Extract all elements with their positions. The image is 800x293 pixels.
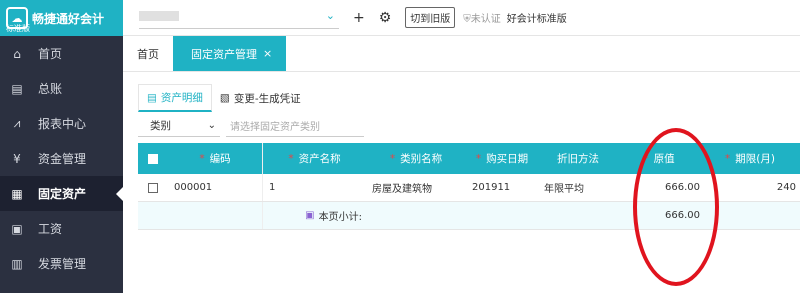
category-dropdown[interactable]: 类别 ⌄	[138, 115, 220, 137]
asset-table: * 编码 * 资产名称 * 类别名称 * 购买日期 折旧方法 * 原值 * 期限(月) 00…	[138, 143, 800, 230]
chevron-down-icon[interactable]: ⌄	[326, 9, 335, 22]
tab-label: 首页	[137, 47, 159, 61]
chart-icon: ⩘	[13, 116, 21, 130]
subtab-asset-details[interactable]: ▤ 资产明细	[138, 84, 212, 112]
sidebar-item-home[interactable]: ⌂ 首页	[0, 36, 123, 71]
close-icon[interactable]: ×	[263, 47, 272, 60]
col-depreciation-method[interactable]: 折旧方法	[538, 143, 618, 174]
col-term[interactable]: * 期限(月)	[704, 143, 800, 174]
calculator-icon: ▣	[305, 210, 315, 221]
col-category[interactable]: * 类别名称	[366, 143, 466, 174]
sidebar: ☁ 畅捷通好会计 标准版 ⌂ 首页 ▤ 总账 ⩘ 报表中心 ¥ 资金管理 ▦ 固…	[0, 0, 123, 293]
subtab-label: 变更-生成凭证	[233, 92, 301, 105]
sidebar-item-ledger[interactable]: ▤ 总账	[0, 71, 123, 106]
tab-fixed-asset-management[interactable]: 固定资产管理 ×	[173, 36, 287, 71]
top-bar: ⌄ + ⚙ 切到旧版 ⛨未认证 好会计标准版	[123, 0, 800, 36]
invoice-icon: ▥	[11, 256, 23, 271]
money-icon: ¥	[13, 151, 21, 166]
unverified-label: 未认证	[470, 14, 501, 25]
col-original-value[interactable]: * 原值	[618, 143, 704, 174]
subtotal-value: 666.00	[665, 210, 700, 221]
category-select-input[interactable]: 请选择固定资产类别	[226, 115, 364, 137]
table-header: * 编码 * 资产名称 * 类别名称 * 购买日期 折旧方法 * 原值 * 期限(月)	[138, 143, 800, 174]
select-all-checkbox[interactable]	[138, 143, 168, 174]
row-checkbox[interactable]	[138, 174, 168, 201]
sidebar-item-reports[interactable]: ⩘ 报表中心	[0, 106, 123, 141]
sidebar-item-label: 报表中心	[38, 117, 87, 131]
switch-old-version-button[interactable]: 切到旧版	[405, 7, 456, 28]
cell-term: 240	[776, 182, 796, 193]
cell-depreciation-method: 年限平均	[544, 184, 584, 195]
edition-label: 好会计标准版	[506, 14, 567, 25]
tab-home[interactable]: 首页	[123, 36, 173, 71]
subtab-label: 资产明细	[160, 92, 203, 104]
subtotal-row: ▣ 本页小计: 666.00	[138, 202, 800, 230]
list-icon: ▤	[147, 91, 157, 104]
salary-icon: ▣	[11, 221, 23, 236]
subtotal-label: 本页小计:	[318, 212, 362, 223]
cell-code: 000001	[174, 182, 213, 193]
sidebar-item-label: 发票管理	[38, 257, 87, 271]
shield-icon: ⛨	[463, 14, 471, 25]
brand[interactable]: ☁ 畅捷通好会计 标准版	[0, 0, 123, 36]
cell-original-value: 666.00	[665, 182, 700, 193]
category-label: 类别	[150, 120, 171, 132]
sidebar-item-label: 工资	[38, 222, 63, 236]
app-name: 畅捷通好会计	[32, 11, 105, 26]
sidebar-item-label: 首页	[38, 47, 63, 61]
company-selector[interactable]: ⌄	[139, 7, 339, 29]
voucher-icon: ▧	[219, 92, 230, 104]
col-name[interactable]: * 资产名称	[262, 143, 366, 174]
filter-bar: 类别 ⌄ 请选择固定资产类别	[138, 114, 364, 138]
add-icon[interactable]: +	[353, 10, 365, 26]
sub-tabs: ▤ 资产明细 ▧ 变更-生成凭证	[138, 84, 800, 112]
home-icon: ⌂	[13, 46, 21, 61]
cell-purchase-date: 201911	[472, 182, 511, 193]
sidebar-item-invoice[interactable]: ▥ 发票管理	[0, 246, 123, 281]
sidebar-item-label: 资金管理	[38, 152, 87, 166]
sidebar-item-label: 总账	[38, 82, 63, 96]
cell-category: 房屋及建筑物	[372, 184, 432, 195]
sidebar-item-label: 固定资产	[38, 187, 87, 201]
page-tabs: 首页 固定资产管理 ×	[123, 36, 800, 72]
company-name-redacted	[139, 10, 179, 21]
table-row[interactable]: 000001 1 房屋及建筑物 201911 年限平均 666.00 240	[138, 174, 800, 202]
cell-name: 1	[262, 174, 366, 201]
tab-label: 固定资产管理	[191, 47, 257, 61]
col-purchase-date[interactable]: * 购买日期	[466, 143, 538, 174]
col-code[interactable]: * 编码	[168, 143, 262, 174]
chevron-down-icon: ⌄	[207, 120, 216, 131]
subtab-change-voucher[interactable]: ▧ 变更-生成凭证	[212, 84, 309, 112]
gear-icon[interactable]: ⚙	[379, 10, 392, 26]
ledger-icon: ▤	[11, 81, 23, 96]
unverified-status[interactable]: ⛨未认证	[463, 10, 501, 25]
sidebar-item-funds[interactable]: ¥ 资金管理	[0, 141, 123, 176]
sidebar-item-salary[interactable]: ▣ 工资	[0, 211, 123, 246]
sidebar-item-fixed-assets[interactable]: ▦ 固定资产	[0, 176, 123, 211]
app-edition: 标准版	[6, 24, 30, 33]
building-icon: ▦	[11, 186, 23, 201]
